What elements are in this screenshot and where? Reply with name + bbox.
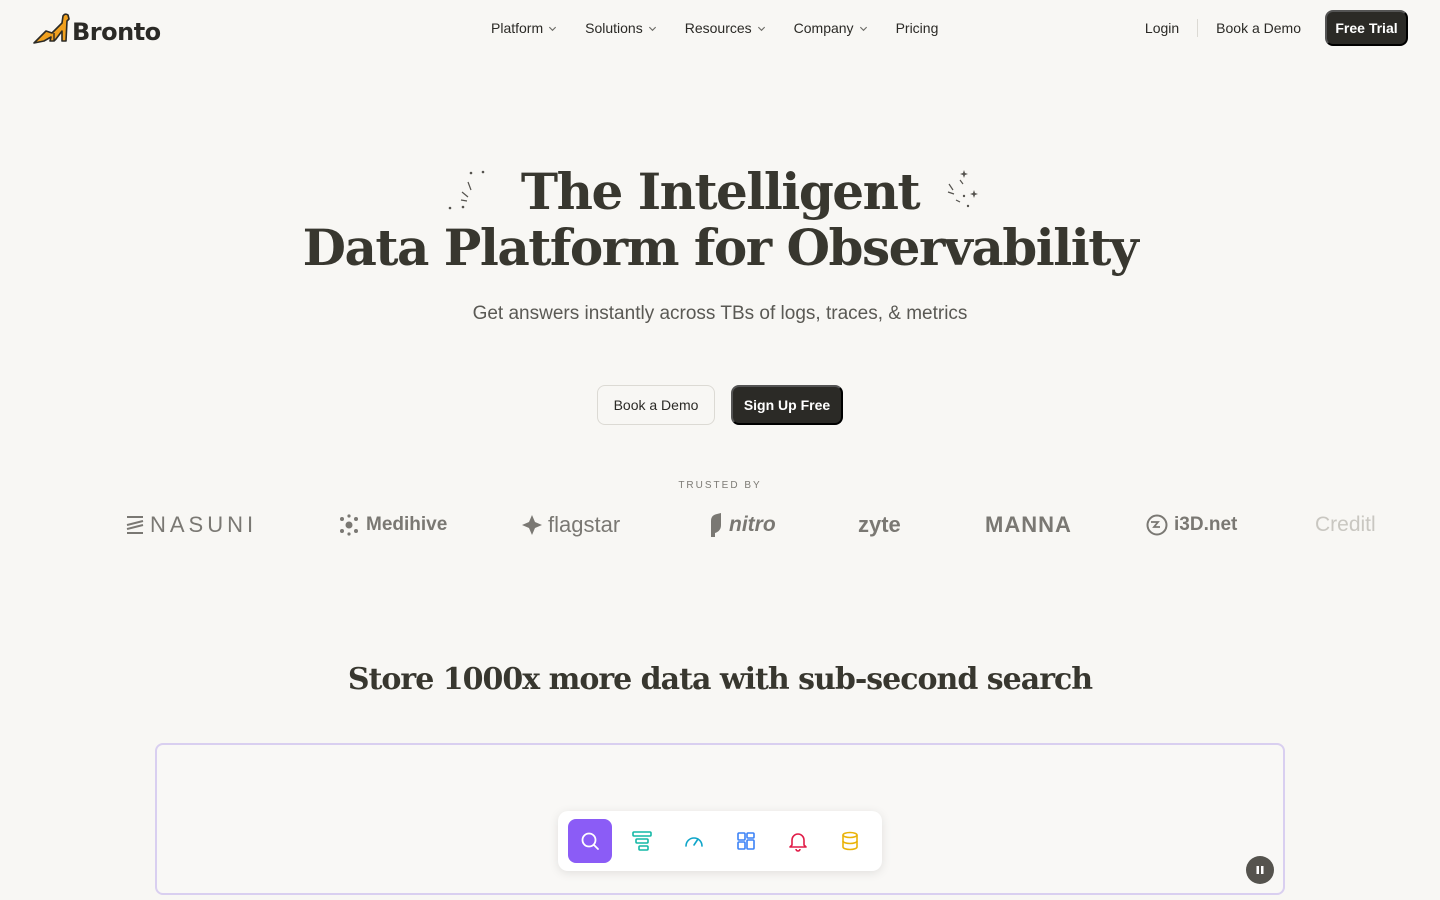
gauge-icon: [685, 837, 703, 847]
bronto-logo[interactable]: Bronto: [32, 12, 161, 46]
free-trial-button[interactable]: Free Trial: [1325, 10, 1408, 46]
logo-text: nitro: [729, 513, 776, 536]
book-demo-link[interactable]: Book a Demo: [1216, 20, 1301, 36]
logo-nitro: nitro: [709, 505, 776, 545]
logo-nasuni: NASUNI: [126, 505, 257, 545]
search-icon: [581, 832, 599, 850]
bronto-dinosaur-icon: [33, 13, 70, 44]
logo-medihive: Medihive: [338, 505, 447, 545]
pause-icon: [1256, 866, 1264, 874]
logo-text: Creditl: [1315, 513, 1376, 536]
chevron-down-icon: [549, 26, 557, 31]
logo-text: zyte: [858, 512, 901, 537]
hero-title: The Intelligent Data Platform for Observ…: [0, 164, 1440, 276]
nav-actions: Login Book a Demo Free Trial: [1145, 10, 1408, 46]
flagstar-star-icon: [522, 515, 542, 535]
logo-text: NASUNI: [150, 512, 258, 537]
tool-storage[interactable]: [828, 819, 872, 863]
nasuni-mark-icon: [126, 516, 144, 534]
feature-toolbar: [558, 811, 882, 871]
nav-item-pricing[interactable]: Pricing: [896, 20, 939, 36]
section-title: Store 1000x more data with sub-second se…: [347, 662, 1093, 697]
nav-item-label: Platform: [491, 20, 544, 36]
tool-gauge[interactable]: [672, 819, 716, 863]
i3d-globe-icon: [1146, 514, 1168, 536]
logo-creditl: Creditl: [1315, 505, 1387, 545]
logo-text: flagstar: [548, 512, 621, 537]
nav-item-company[interactable]: Company: [794, 20, 868, 36]
hero-cta-group: Book a Demo Sign Up Free: [597, 385, 843, 425]
brand-name: Bronto: [72, 18, 161, 46]
hero-title-line-1: The Intelligent: [520, 162, 921, 221]
chevron-down-icon: [859, 26, 867, 31]
customer-logo-strip: NASUNI Medihive flagstar nitro zyte MANN…: [0, 505, 1440, 545]
hero-subtitle: Get answers instantly across TBs of logs…: [472, 303, 968, 324]
nitro-mark-icon: [711, 513, 721, 537]
logo-text: MANNA: [985, 512, 1072, 537]
logo-manna: MANNA: [985, 505, 1072, 545]
database-icon: [842, 831, 858, 851]
logo-i3d-net: i3D.net: [1146, 505, 1237, 545]
bell-icon: [789, 833, 807, 852]
chevron-down-icon: [648, 26, 656, 31]
hero-title-line-2: Data Platform for Observability: [302, 218, 1139, 277]
nav-item-resources[interactable]: Resources: [685, 20, 766, 36]
tool-filter[interactable]: [620, 819, 664, 863]
tool-search[interactable]: [568, 819, 612, 863]
logo-text: i3D.net: [1174, 514, 1238, 535]
nav-item-label: Solutions: [585, 20, 643, 36]
medihive-dots-icon: [340, 514, 358, 536]
login-link[interactable]: Login: [1145, 20, 1179, 36]
top-navigation: Bronto Platform Solutions Resources Comp…: [0, 0, 1440, 64]
logo-text: Medihive: [366, 514, 448, 535]
nav-item-label: Pricing: [895, 20, 939, 36]
tool-dashboard[interactable]: [724, 819, 768, 863]
sign-up-free-button[interactable]: Sign Up Free: [731, 385, 843, 425]
logo-zyte: zyte: [858, 505, 901, 545]
nav-item-label: Company: [793, 20, 854, 36]
tool-alerts[interactable]: [776, 819, 820, 863]
main-menu: Platform Solutions Resources Company Pri…: [491, 18, 966, 38]
nav-item-platform[interactable]: Platform: [491, 20, 557, 36]
dashboard-grid-icon: [737, 832, 755, 850]
trusted-by-label: TRUSTED BY: [678, 480, 762, 491]
book-demo-button[interactable]: Book a Demo: [597, 385, 715, 425]
filter-layers-icon: [632, 831, 652, 851]
logo-flagstar: flagstar: [522, 505, 620, 545]
pause-button[interactable]: [1246, 856, 1274, 884]
chevron-down-icon: [757, 26, 765, 31]
nav-item-solutions[interactable]: Solutions: [585, 20, 657, 36]
nav-item-label: Resources: [684, 20, 752, 36]
nav-divider: [1197, 19, 1199, 37]
